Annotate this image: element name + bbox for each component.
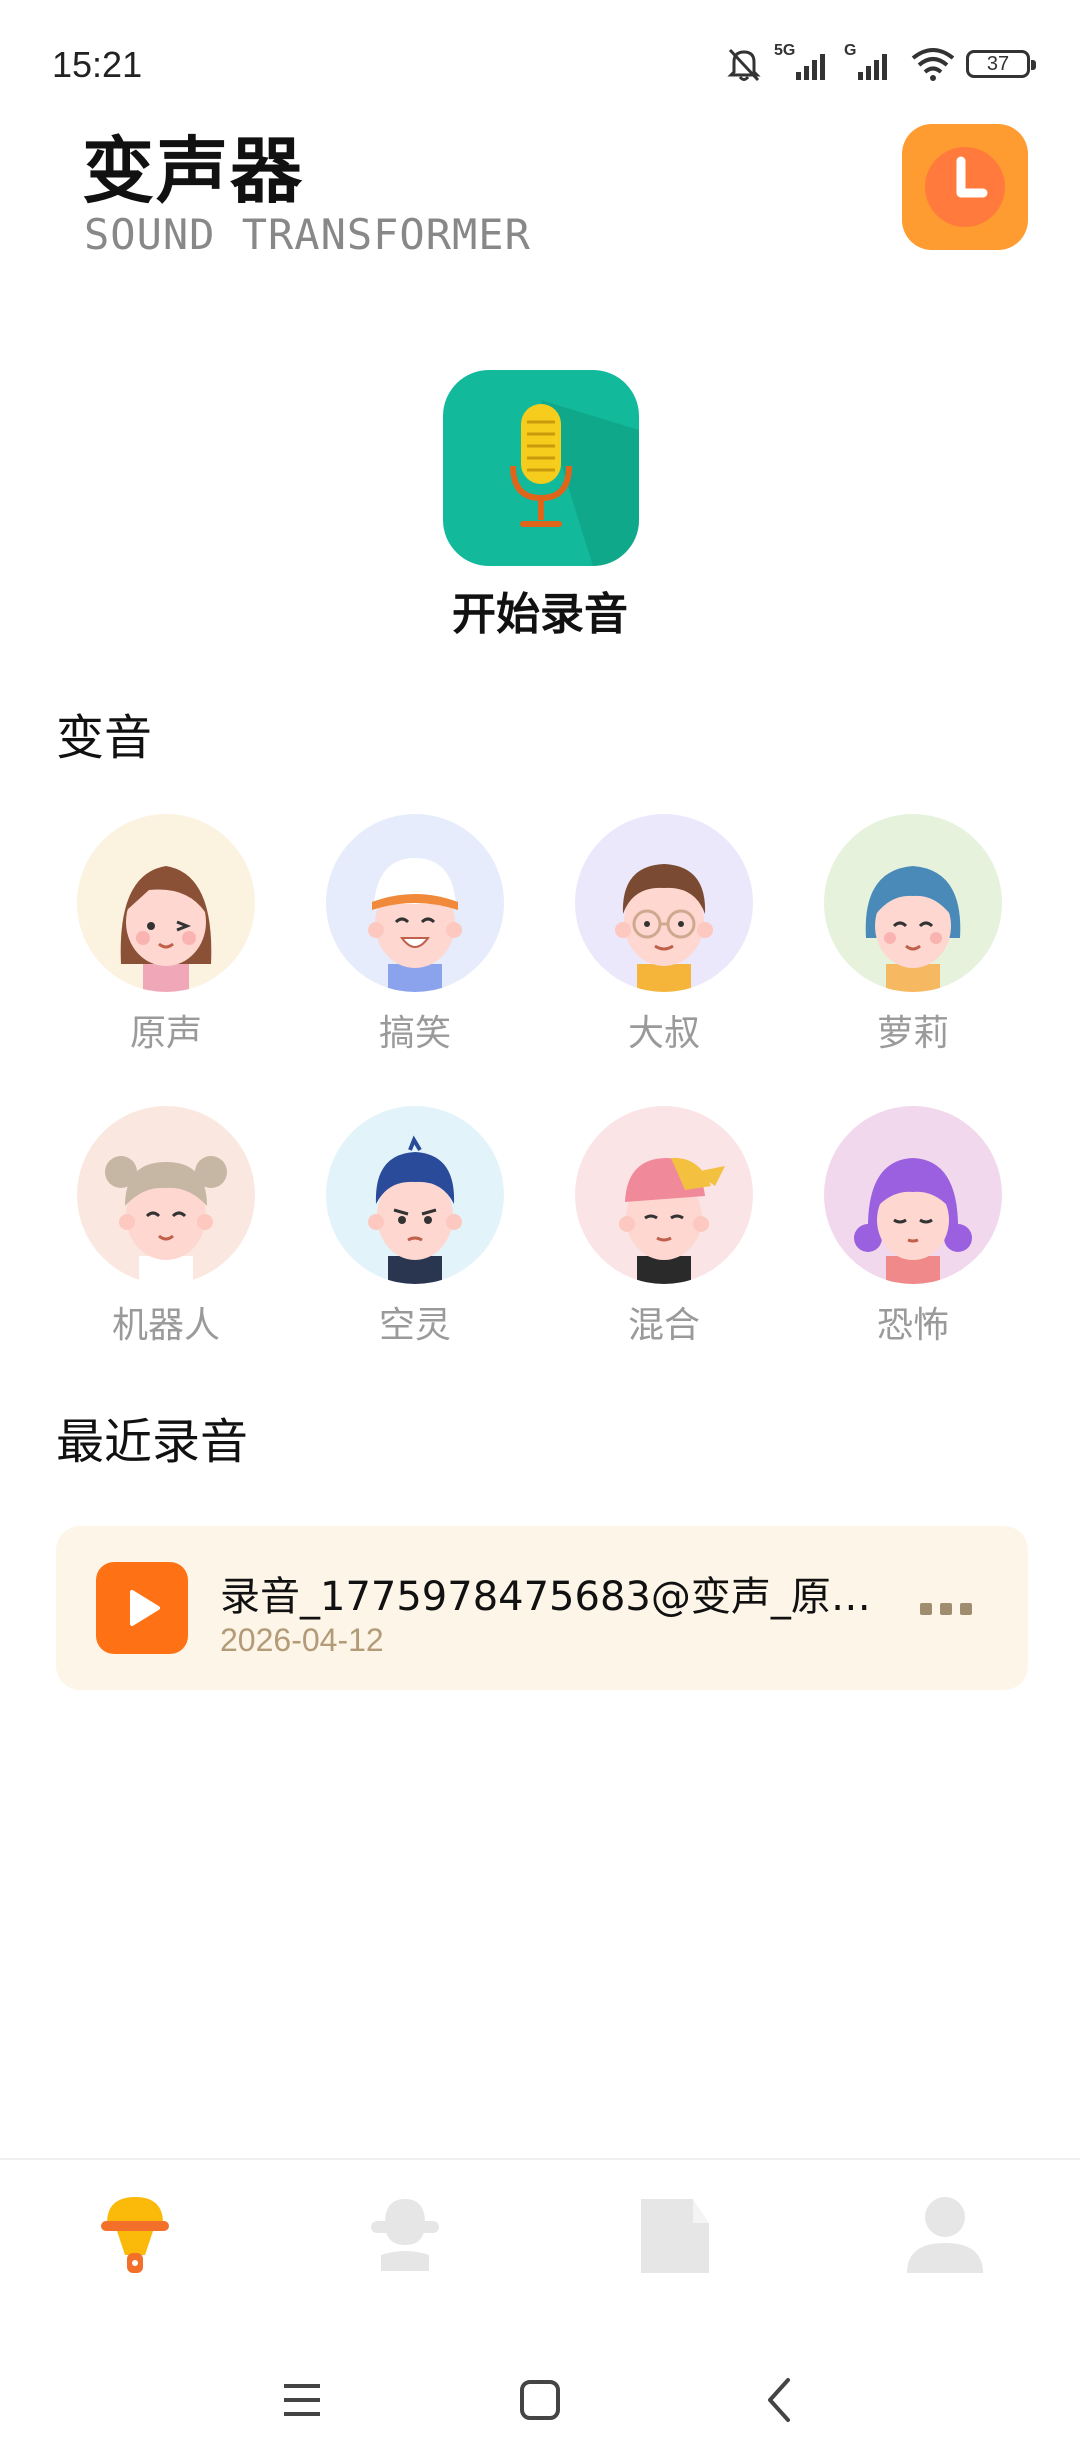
avatar <box>575 814 753 992</box>
avatar <box>575 1106 753 1284</box>
back-icon <box>768 2378 790 2422</box>
voice-item-horror[interactable]: 恐怖 <box>823 1106 1003 1348</box>
horror-girl-face-icon <box>854 1158 972 1284</box>
mic-tab-icon <box>101 2197 169 2273</box>
voice-label: 搞笑 <box>378 1013 451 1054</box>
play-icon <box>130 1590 160 1626</box>
uncle-face-icon <box>615 864 713 992</box>
robot-face-icon <box>105 1156 227 1284</box>
voice-label: 混合 <box>627 1305 700 1346</box>
bottom-tab-bar <box>0 2158 1080 2310</box>
signal-5g-icon: 5G <box>774 42 834 82</box>
back-button[interactable] <box>740 2360 820 2440</box>
funny-boy-face-icon <box>368 858 462 992</box>
avatar <box>326 814 504 992</box>
mix-face-icon <box>619 1157 725 1284</box>
tab-documents[interactable] <box>540 2180 810 2290</box>
voice-item-uncle[interactable]: 大叔 <box>574 814 754 1056</box>
avatar <box>77 1106 255 1284</box>
voice-item-loli[interactable]: 萝莉 <box>823 814 1003 1056</box>
menu-icon <box>284 2384 320 2416</box>
voice-label: 大叔 <box>627 1013 700 1054</box>
more-button[interactable] <box>906 1584 986 1634</box>
recording-name: 录音_1775978475683@变声_原… <box>220 1574 871 1620</box>
voice-label: 恐怖 <box>876 1305 949 1346</box>
mute-bell-icon <box>727 48 761 82</box>
home-button[interactable] <box>500 2360 580 2440</box>
voice-label: 机器人 <box>111 1305 220 1346</box>
document-tab-icon <box>641 2199 709 2273</box>
more-icon-dot <box>960 1603 972 1615</box>
app-title: 变声器 <box>82 129 305 213</box>
recent-section-title: 最近录音 <box>56 1414 249 1470</box>
home-icon <box>520 2380 560 2420</box>
avatar <box>77 814 255 992</box>
system-nav-bar <box>0 2330 1080 2460</box>
tab-profile[interactable] <box>810 2180 1080 2290</box>
clock-icon <box>925 147 1005 227</box>
history-button[interactable] <box>902 124 1028 250</box>
more-icon-dot <box>940 1603 952 1615</box>
tab-voice-changer[interactable] <box>0 2180 270 2290</box>
wifi-icon <box>911 48 955 81</box>
menu-button[interactable] <box>262 2360 342 2440</box>
voice-section-title: 变音 <box>56 710 153 766</box>
voice-item-original[interactable]: 原声 <box>76 814 256 1056</box>
avatar <box>326 1106 504 1284</box>
app-subtitle: SOUND TRANSFORMER <box>84 210 531 259</box>
avatar <box>824 1106 1002 1284</box>
loli-face-icon <box>865 866 961 992</box>
status-time: 15:21 <box>52 44 143 85</box>
status-icons: 5G G 37 <box>724 42 1036 84</box>
voice-label: 空灵 <box>378 1305 451 1346</box>
avatar <box>824 814 1002 992</box>
voice-item-mix[interactable]: 混合 <box>574 1106 754 1348</box>
voice-tab-icon <box>371 2199 439 2271</box>
profile-tab-icon <box>907 2197 983 2273</box>
girl-face-icon <box>120 866 212 992</box>
voice-item-robot[interactable]: 机器人 <box>76 1106 256 1348</box>
start-record-button[interactable] <box>443 370 639 566</box>
play-button[interactable] <box>96 1562 188 1654</box>
recording-date: 2026-04-12 <box>220 1622 384 1658</box>
start-record-label[interactable]: 开始录音 <box>0 578 1080 642</box>
voice-item-ethereal[interactable]: 空灵 <box>325 1106 505 1348</box>
ethereal-boy-face-icon <box>368 1135 462 1284</box>
voice-item-funny[interactable]: 搞笑 <box>325 814 505 1056</box>
battery-icon: 37 <box>966 50 1036 78</box>
recent-recording-item[interactable]: 录音_1775978475683@变声_原… 2026-04-12 <box>56 1526 1028 1690</box>
more-icon-dot <box>920 1603 932 1615</box>
voice-label: 萝莉 <box>876 1013 949 1054</box>
signal-g-icon: G <box>844 42 900 82</box>
voice-label: 原声 <box>129 1013 202 1054</box>
tab-voice[interactable] <box>270 2180 540 2290</box>
microphone-icon <box>510 400 639 566</box>
